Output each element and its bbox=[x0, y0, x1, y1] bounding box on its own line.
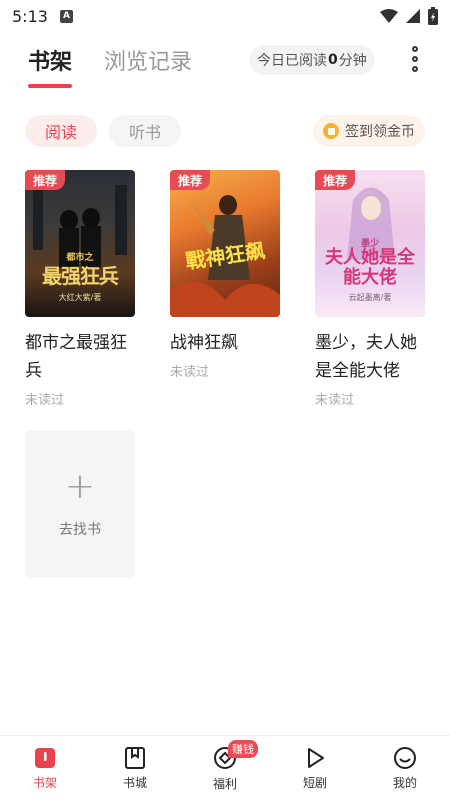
recommend-badge: 推荐 bbox=[170, 170, 211, 190]
nav-bookshelf[interactable]: 书架 bbox=[0, 736, 90, 800]
bookstore-icon bbox=[125, 746, 145, 769]
book-title[interactable]: 墨少，夫人她是全能大佬 bbox=[315, 329, 425, 385]
coin-icon bbox=[323, 123, 339, 139]
status-bar: 5:13 A bbox=[0, 0, 450, 32]
top-tabs: 书架 浏览记录 bbox=[28, 44, 192, 88]
reading-time-badge[interactable]: 今日已阅读 0 分钟 bbox=[249, 45, 375, 75]
book-title[interactable]: 都市之最强狂兵 bbox=[25, 329, 135, 385]
battery-icon bbox=[428, 7, 438, 25]
status-icons bbox=[380, 7, 438, 25]
reading-time-prefix: 今日已阅读 bbox=[257, 53, 327, 69]
nav-short-drama[interactable]: 短剧 bbox=[270, 736, 360, 800]
recommend-badge: 推荐 bbox=[25, 170, 66, 190]
checkin-button[interactable]: 签到领金币 bbox=[313, 115, 425, 147]
nav-profile[interactable]: 我的 bbox=[360, 736, 450, 800]
book-card[interactable]: 墨少 夫人她是全能大佬 云起墨离/著 推荐 墨少，夫人她是全能大佬 未读过 bbox=[315, 170, 425, 408]
book-cover[interactable]: 都市之 最强狂兵 大红大紫/著 推荐 bbox=[25, 170, 135, 317]
nav-label: 我的 bbox=[392, 775, 417, 790]
book-card[interactable]: 戰神狂飙 推荐 战神狂飙 未读过 bbox=[170, 170, 280, 380]
find-book-button[interactable]: + 去找书 bbox=[25, 430, 135, 578]
book-title[interactable]: 战神狂飙 bbox=[170, 329, 280, 357]
more-icon[interactable] bbox=[404, 44, 426, 74]
notification-icon: A bbox=[59, 9, 73, 23]
filter-listen[interactable]: 听书 bbox=[109, 115, 181, 147]
cover-title: 最强狂兵 bbox=[42, 264, 119, 288]
find-book-label: 去找书 bbox=[59, 522, 101, 538]
reading-time-suffix: 分钟 bbox=[338, 53, 367, 69]
play-icon bbox=[308, 747, 324, 768]
cover-author: 大红大紫/著 bbox=[58, 293, 102, 302]
read-status: 未读过 bbox=[25, 393, 65, 408]
bookshelf-icon bbox=[35, 747, 55, 768]
nav-welfare[interactable]: 福利 赚钱 bbox=[180, 736, 270, 800]
nav-label: 短剧 bbox=[302, 775, 327, 790]
filter-read[interactable]: 阅读 bbox=[25, 115, 97, 147]
signal-icon bbox=[406, 9, 420, 23]
earn-badge: 赚钱 bbox=[228, 740, 258, 758]
plus-icon: + bbox=[64, 466, 96, 507]
tab-browse-history[interactable]: 浏览记录 bbox=[104, 44, 192, 86]
status-time: 5:13 bbox=[12, 6, 48, 26]
reading-time-minutes: 0 bbox=[328, 52, 338, 68]
read-status: 未读过 bbox=[170, 365, 210, 380]
tab-bookshelf[interactable]: 书架 bbox=[28, 44, 73, 88]
cover-title: 夫人她是全能大佬 bbox=[325, 247, 415, 288]
profile-icon bbox=[394, 746, 416, 769]
recommend-badge: 推荐 bbox=[315, 170, 356, 190]
book-card[interactable]: 都市之 最强狂兵 大红大紫/著 推荐 都市之最强狂兵 未读过 bbox=[25, 170, 135, 408]
book-cover[interactable]: 墨少 夫人她是全能大佬 云起墨离/著 推荐 bbox=[315, 170, 425, 317]
bottom-nav: 书架 书城 福利 赚钱 短剧 我的 bbox=[0, 735, 450, 800]
cover-author: 云起墨离/著 bbox=[348, 293, 392, 302]
nav-label: 书架 bbox=[32, 775, 57, 790]
nav-bookstore[interactable]: 书城 bbox=[90, 736, 180, 800]
book-cover[interactable]: 戰神狂飙 推荐 bbox=[170, 170, 280, 317]
nav-label: 福利 bbox=[212, 776, 237, 791]
read-status: 未读过 bbox=[315, 393, 355, 408]
checkin-label: 签到领金币 bbox=[345, 124, 415, 140]
wifi-icon bbox=[380, 9, 398, 23]
nav-label: 书城 bbox=[122, 775, 147, 790]
